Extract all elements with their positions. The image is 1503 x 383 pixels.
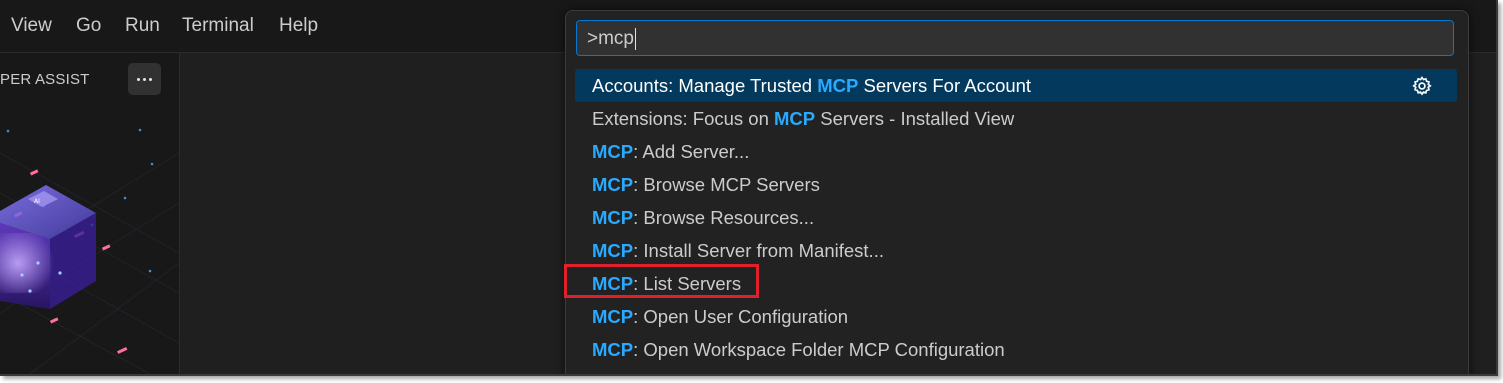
ellipsis-dot [137,77,140,81]
vscode-window: View Go Run Terminal Help PER ASSIST AI … [0,0,1498,376]
ellipsis-dot [149,77,152,81]
command-result-suffix: Servers - Installed View [815,108,1015,129]
command-result-match: MCP [592,207,634,228]
ai-label: AI [34,198,40,205]
command-result-match: MCP [592,306,634,327]
command-result-prefix: Accounts: Manage Trusted [592,75,818,96]
text-caret [635,27,636,50]
command-result-match: MCP [774,108,816,129]
menu-terminal[interactable]: Terminal [182,14,254,38]
command-result-suffix: : Browse MCP Servers [633,174,820,195]
command-result-suffix: : Install Server from Manifest... [633,240,884,261]
command-result-item[interactable]: Accounts: Manage Trusted MCP Servers For… [575,69,1457,102]
command-result-suffix: : Browse Resources... [633,207,815,228]
command-result-item[interactable]: MCP: Browse MCP Servers [575,168,1457,201]
command-palette-input[interactable]: >mcp [576,20,1454,56]
command-result-match: MCP [817,75,859,96]
command-result-prefix: Extensions: Focus on [592,108,775,129]
command-result-match: MCP [592,339,634,360]
command-result-item[interactable]: Extensions: Focus on MCP Servers - Insta… [575,102,1457,135]
menu-go[interactable]: Go [76,14,101,38]
command-result-item[interactable]: MCP: Add Server... [575,135,1457,168]
command-result-suffix: : List Servers [633,273,742,294]
command-result-suffix: : Add Server... [633,141,750,162]
ellipsis-dot [143,77,146,81]
menu-help[interactable]: Help [279,14,318,38]
sidebar-title: PER ASSIST [0,71,90,88]
command-result-match: MCP [592,273,634,294]
sidebar: PER ASSIST AI [0,53,180,374]
menu-view[interactable]: View [11,14,52,38]
command-result-item[interactable]: MCP: Open Workspace Folder MCP Configura… [575,333,1457,366]
command-result-match: MCP [592,174,634,195]
ai-illustration: AI [0,128,179,374]
command-palette: >mcp Accounts: Manage Trusted MCP Server… [565,10,1469,374]
command-result-item-list-servers[interactable]: MCP: List Servers [575,267,1457,300]
command-results-list: Accounts: Manage Trusted MCP Servers For… [575,69,1457,366]
gear-icon[interactable] [1411,75,1433,97]
ellipsis-icon[interactable] [128,63,161,95]
command-result-match: MCP [592,141,634,162]
command-result-suffix: : Open User Configuration [633,306,849,327]
command-palette-input-value: >mcp [587,28,634,49]
command-result-suffix: : Open Workspace Folder MCP Configuratio… [633,339,1005,360]
command-result-suffix: Servers For Account [858,75,1032,96]
menu-run[interactable]: Run [125,14,160,38]
command-result-item[interactable]: MCP: Browse Resources... [575,201,1457,234]
command-result-item[interactable]: MCP: Open User Configuration [575,300,1457,333]
command-result-match: MCP [592,240,634,261]
command-result-item[interactable]: MCP: Install Server from Manifest... [575,234,1457,267]
